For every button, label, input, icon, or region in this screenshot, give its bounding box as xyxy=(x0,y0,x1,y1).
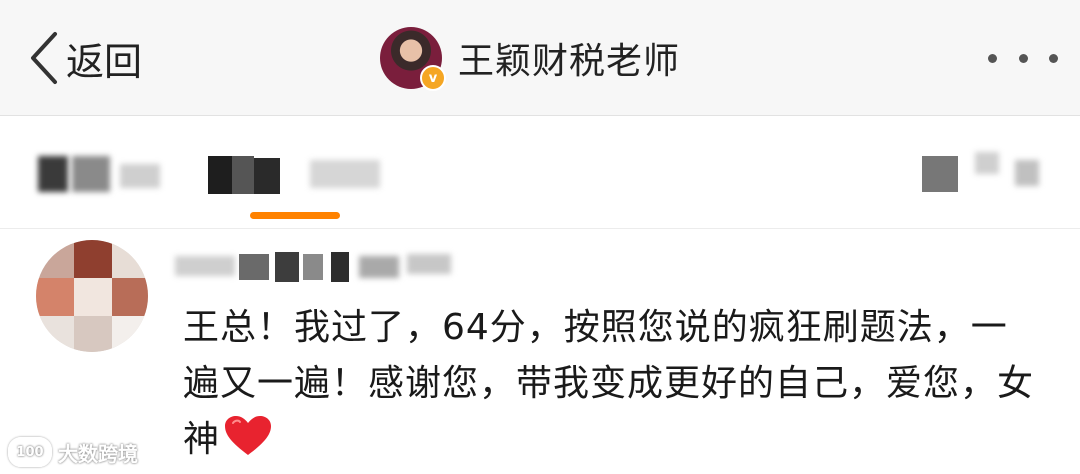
commenter-avatar[interactable] xyxy=(36,240,148,352)
red-heart-icon xyxy=(224,415,272,474)
ellipsis-icon xyxy=(988,53,997,63)
avatar[interactable]: v xyxy=(380,27,446,91)
top-navigation-bar: 返回 v 王颖财税老师 xyxy=(0,0,1080,116)
watermark-text: 大数跨境 xyxy=(58,441,138,466)
comment-text: 王总！我过了，64分，按照您说的疯狂刷题法，一遍又一遍！感谢您，带我变成更好的自… xyxy=(183,307,1035,460)
commenter-name-obscured[interactable] xyxy=(175,250,465,284)
profile-header[interactable]: v 王颖财税老师 xyxy=(380,26,681,91)
profile-name: 王颖财税老师 xyxy=(458,41,681,82)
watermark-logo-icon: 100 xyxy=(8,437,52,467)
more-options-button[interactable] xyxy=(988,44,1058,72)
chevron-left-icon xyxy=(28,30,60,86)
tab-bar xyxy=(0,116,1080,229)
comment-body: 王总！我过了，64分，按照您说的疯狂刷题法，一遍又一遍！感谢您，带我变成更好的自… xyxy=(183,300,1043,474)
back-button[interactable]: 返回 xyxy=(28,28,142,88)
verified-badge-icon: v xyxy=(420,65,446,91)
active-tab-indicator xyxy=(250,212,340,219)
watermark: 100 大数跨境 xyxy=(8,436,138,468)
back-label: 返回 xyxy=(66,39,143,84)
